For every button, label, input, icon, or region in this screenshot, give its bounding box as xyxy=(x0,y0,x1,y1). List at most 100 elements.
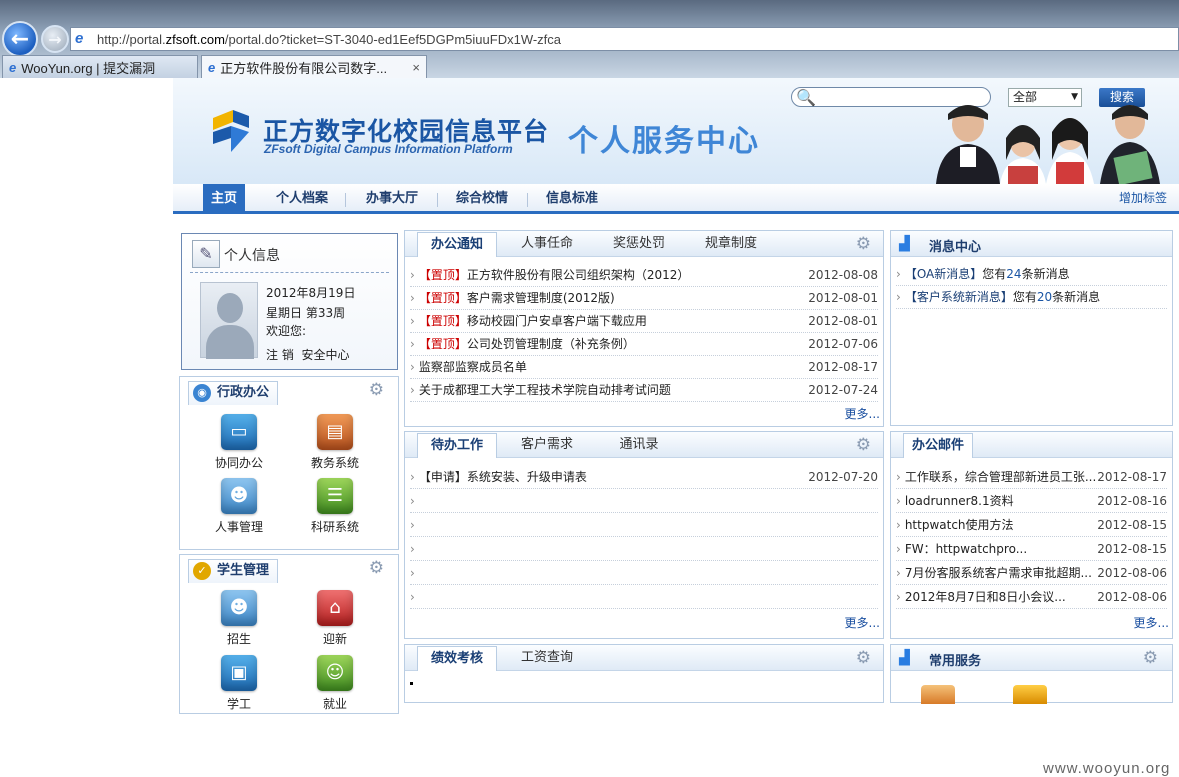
item-title: 2012年8月7日和8日小会议... xyxy=(904,590,1066,604)
item-title: 正方软件股份有限公司组织架构（2012） xyxy=(466,268,690,282)
ie-tab-icon: e xyxy=(9,59,17,75)
list-item[interactable]: › 【置顶】公司处罚管理制度（补充条例） 2012-07-06 xyxy=(410,333,878,356)
tab-customer-needs[interactable]: 客户需求 xyxy=(509,433,585,458)
logout-link[interactable]: 注 销 xyxy=(266,348,294,362)
profile-links: 注 销 安全中心 xyxy=(266,346,349,363)
tab-performance[interactable]: 绩效考核 xyxy=(417,646,497,671)
message-suffix: 条新消息 xyxy=(1021,267,1070,281)
address-bar[interactable]: e http://portal. zfsoft.com/portal.do?tic… xyxy=(70,27,1179,51)
item-date: 2012-08-15 xyxy=(1097,518,1167,532)
nav-campus-info[interactable]: 综合校情 xyxy=(451,184,513,214)
list-icon: ☰ xyxy=(317,478,353,514)
tab-zfsoft[interactable]: e 正方软件股份有限公司数字... × xyxy=(201,55,427,78)
tab-rewards[interactable]: 奖惩处罚 xyxy=(601,232,677,257)
app-admissions[interactable]: ☻ 招生 xyxy=(199,590,279,647)
profile-date: 2012年8月19日 xyxy=(266,286,356,300)
list-item[interactable]: › 关于成都理工大学工程技术学院自动排考试问题 2012-07-24 xyxy=(410,379,878,402)
list-item[interactable]: › 7月份客服系统客户需求审批超期... 2012-08-06 xyxy=(896,562,1167,585)
chevron-right-icon: › xyxy=(896,494,901,508)
mail-panel: 办公邮件 › 工作联系，综合管理部新进员工张... 2012-08-17 › loadr… xyxy=(890,431,1173,639)
pinned-tag: 【置顶】 xyxy=(418,268,467,282)
list-item[interactable]: › loadrunner8.1资料 2012-08-16 xyxy=(896,490,1167,513)
list-item[interactable]: › 【申请】系统安装、升级申请表 2012-07-20 xyxy=(410,466,878,489)
nav-home[interactable]: 主页 xyxy=(203,184,245,214)
weekday: 星期日 xyxy=(266,306,303,320)
more-link[interactable]: 更多... xyxy=(845,405,880,422)
chevron-right-icon: › xyxy=(410,518,415,532)
list-item[interactable]: › 2012年8月7日和8日小会议... 2012-08-06 xyxy=(896,586,1167,609)
monitor-icon: ▭ xyxy=(221,414,257,450)
tab-wooyun[interactable]: e WooYun.org | 提交漏洞 xyxy=(2,55,198,78)
globe-icon: ◉ xyxy=(193,384,211,402)
gear-icon[interactable]: ⚙ xyxy=(856,435,871,455)
forward-button[interactable]: → xyxy=(41,25,69,53)
item-date: 2012-08-01 xyxy=(808,291,878,305)
app-collab-office[interactable]: ▭ 协同办公 xyxy=(199,414,279,471)
gear-icon[interactable]: ⚙ xyxy=(369,558,384,578)
gear-icon[interactable]: ⚙ xyxy=(856,234,871,254)
chevron-right-icon: › xyxy=(896,566,901,580)
message-center-header: ▟ 消息中心 xyxy=(891,231,1172,257)
chevron-right-icon: › xyxy=(410,360,415,374)
app-employment[interactable]: ☺ 就业 xyxy=(295,655,375,712)
list-item[interactable]: › FW：httpwatchpro... 2012-08-15 xyxy=(896,538,1167,561)
service-icon[interactable] xyxy=(921,685,955,704)
item-date: 2012-07-06 xyxy=(808,337,878,351)
message-tag: 【客户系统新消息】 xyxy=(904,290,1013,304)
bar-chart-icon: ▟ xyxy=(899,236,910,252)
performance-panel: 绩效考核 工资查询 ⚙ xyxy=(404,644,884,703)
tab-regulations[interactable]: 规章制度 xyxy=(693,232,769,257)
gear-icon[interactable]: ⚙ xyxy=(369,380,384,400)
user-group-icon: ☺ xyxy=(317,655,353,691)
tab-office-mail[interactable]: 办公邮件 xyxy=(903,433,973,458)
item-date: 2012-08-16 xyxy=(1097,494,1167,508)
more-link[interactable]: 更多... xyxy=(1134,614,1169,631)
list-item[interactable]: › 【置顶】正方软件股份有限公司组织架构（2012） 2012-08-08 xyxy=(410,264,878,287)
app-student-affairs[interactable]: ▣ 学工 xyxy=(199,655,279,712)
nav-personal-file[interactable]: 个人档案 xyxy=(271,184,333,214)
gear-icon[interactable]: ⚙ xyxy=(856,648,871,668)
security-center-link[interactable]: 安全中心 xyxy=(301,348,349,362)
student-management-panel: ✓ 学生管理 ⚙ ☻ 招生 ⌂ 迎新 ▣ 学工 ☺ 就业 xyxy=(179,554,399,714)
bullet xyxy=(410,682,413,685)
empty-list-item: › xyxy=(410,490,878,513)
folder-icon: ▤ xyxy=(317,414,353,450)
empty-list-item: › xyxy=(410,514,878,537)
add-tag-link[interactable]: 增加标签 xyxy=(1119,184,1167,212)
list-item[interactable]: › httpwatch使用方法 2012-08-15 xyxy=(896,514,1167,537)
notice-tabs: 办公通知 人事任命 奖惩处罚 规章制度 ⚙ xyxy=(405,231,883,257)
ie-tab-icon: e xyxy=(208,59,216,75)
divider xyxy=(190,272,389,273)
tab-todo-work[interactable]: 待办工作 xyxy=(417,433,497,458)
chevron-right-icon: › xyxy=(410,590,415,604)
tab-address-book[interactable]: 通讯录 xyxy=(601,433,677,458)
app-academic-system[interactable]: ▤ 教务系统 xyxy=(295,414,375,471)
tab-office-notice[interactable]: 办公通知 xyxy=(417,232,497,257)
list-item[interactable]: › 【客户系统新消息】您有20条新消息 xyxy=(896,286,1167,309)
nav-divider xyxy=(527,193,528,207)
tab-appointments[interactable]: 人事任命 xyxy=(509,232,585,257)
list-item[interactable]: › 工作联系，综合管理部新进员工张... 2012-08-17 xyxy=(896,466,1167,489)
back-button[interactable]: ← xyxy=(2,21,38,57)
id-card-icon: ▣ xyxy=(221,655,257,691)
tab-salary[interactable]: 工资查询 xyxy=(509,646,585,671)
list-item[interactable]: › 【置顶】移动校园门户安卓客户端下载应用 2012-08-01 xyxy=(410,310,878,333)
page-content: 正方数字化校园信息平台 ZFsoft Digital Campus Inform… xyxy=(0,78,1179,777)
list-item[interactable]: › 【OA新消息】您有24条新消息 xyxy=(896,263,1167,286)
list-item[interactable]: › 监察部监察成员名单 2012-08-17 xyxy=(410,356,878,379)
item-date: 2012-08-08 xyxy=(808,268,878,282)
list-item[interactable]: › 【置顶】客户需求管理制度(2012版) 2012-08-01 xyxy=(410,287,878,310)
item-title: 监察部监察成员名单 xyxy=(418,360,527,374)
close-icon[interactable]: × xyxy=(412,60,420,75)
service-icon[interactable] xyxy=(1013,685,1047,704)
item-title: 7月份客服系统客户需求审批超期... xyxy=(904,566,1092,580)
app-research-system[interactable]: ☰ 科研系统 xyxy=(295,478,375,535)
nav-info-standard[interactable]: 信息标准 xyxy=(541,184,603,214)
item-title: 移动校园门户安卓客户端下载应用 xyxy=(466,314,647,328)
app-orientation[interactable]: ⌂ 迎新 xyxy=(295,590,375,647)
nav-service-hall[interactable]: 办事大厅 xyxy=(361,184,423,214)
app-hr-management[interactable]: ☻ 人事管理 xyxy=(199,478,279,535)
main-nav: 主页 个人档案 办事大厅 综合校情 信息标准 增加标签 xyxy=(173,184,1179,214)
gear-icon[interactable]: ⚙ xyxy=(1143,648,1158,668)
more-link[interactable]: 更多... xyxy=(845,614,880,631)
